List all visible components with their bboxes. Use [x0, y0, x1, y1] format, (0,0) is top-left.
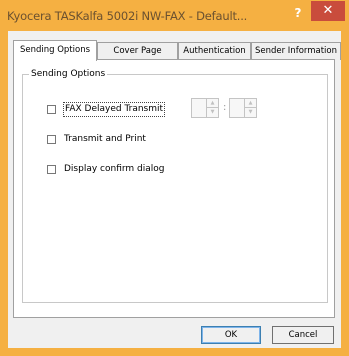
spin-down-icon: ▼	[248, 109, 253, 115]
tab-authentication[interactable]: Authentication	[178, 42, 251, 60]
display-confirm-dialog-checkbox[interactable]	[47, 165, 56, 174]
help-icon[interactable]: ?	[285, 3, 311, 23]
tab-cover-page[interactable]: Cover Page	[97, 42, 178, 60]
cancel-button[interactable]: Cancel	[272, 326, 334, 344]
spin-down-icon: ▼	[210, 109, 215, 115]
transmit-and-print-checkbox[interactable]	[47, 135, 56, 144]
fax-delayed-transmit-checkbox[interactable]	[47, 105, 56, 114]
delay-hour-spinner: ▲ ▼	[191, 98, 221, 118]
tab-strip: Sending Options Cover Page Authenticatio…	[13, 40, 341, 61]
fax-delayed-transmit-label[interactable]: FAX Delayed Transmit	[62, 102, 166, 117]
delay-minute-spinner: ▲ ▼	[229, 98, 259, 118]
dialog-client-area: Sending Options Cover Page Authenticatio…	[8, 31, 341, 348]
ok-button[interactable]: OK	[201, 326, 261, 344]
sending-options-group: Sending Options FAX Delayed Transmit ▲ ▼…	[22, 68, 328, 303]
title-bar[interactable]: Kyocera TASKalfa 5002i NW-FAX - Default.…	[0, 0, 349, 31]
delay-hour-field	[191, 98, 207, 118]
tab-panel-sending-options: Sending Options FAX Delayed Transmit ▲ ▼…	[13, 59, 335, 318]
dialog-window: Kyocera TASKalfa 5002i NW-FAX - Default.…	[0, 0, 349, 356]
group-label: Sending Options	[29, 68, 108, 80]
tab-sending-options[interactable]: Sending Options	[13, 40, 97, 61]
close-icon[interactable]: ✕	[311, 1, 345, 21]
delay-minute-spin-buttons: ▲ ▼	[245, 98, 257, 118]
tab-sender-information[interactable]: Sender Information	[251, 42, 341, 60]
display-confirm-dialog-label[interactable]: Display confirm dialog	[64, 163, 164, 176]
time-separator: :	[223, 102, 227, 113]
spin-up-icon: ▲	[207, 99, 218, 108]
delay-hour-spin-buttons: ▲ ▼	[207, 98, 219, 118]
spin-up-icon: ▲	[245, 99, 256, 108]
transmit-and-print-label[interactable]: Transmit and Print	[64, 133, 146, 146]
window-title: Kyocera TASKalfa 5002i NW-FAX - Default.…	[7, 9, 248, 23]
delay-minute-field	[229, 98, 245, 118]
